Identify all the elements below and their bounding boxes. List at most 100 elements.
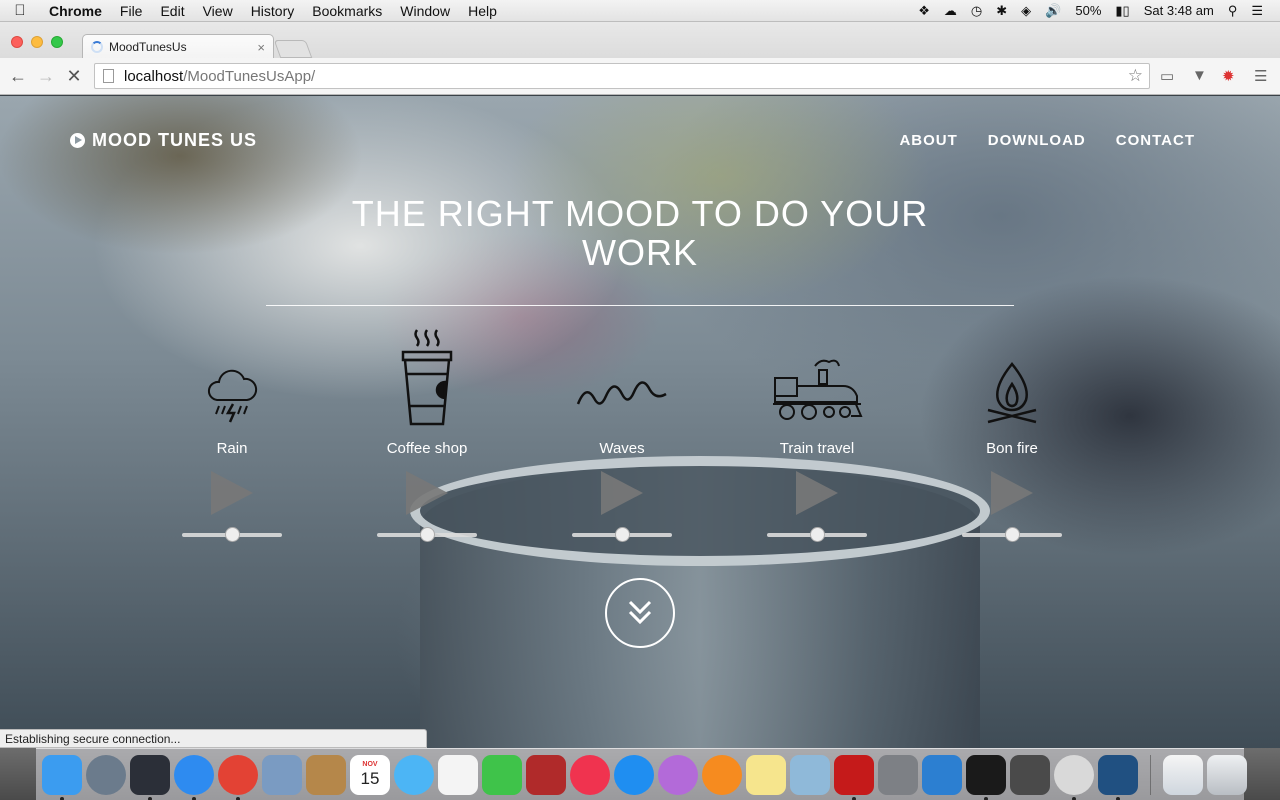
back-arrow-icon[interactable]: ←: [4, 66, 32, 87]
calendar-day: 15: [360, 768, 380, 788]
play-waves-button[interactable]: [601, 471, 643, 515]
sound-card-train-travel: Train travel: [757, 336, 877, 542]
battery-icon[interactable]: ▮▯: [1108, 3, 1136, 19]
volume-icon[interactable]: 🔊: [1038, 3, 1068, 19]
bookmark-star-icon[interactable]: ☆: [1128, 66, 1143, 86]
dock-trash-icon[interactable]: [1207, 754, 1247, 795]
dock-sublime-text-icon[interactable]: [1010, 754, 1050, 795]
new-tab-button[interactable]: [273, 40, 313, 58]
volume-slider-bon-fire[interactable]: [962, 527, 1062, 542]
dock-app-store-icon[interactable]: [614, 754, 654, 795]
dock-preview-icon[interactable]: [790, 754, 830, 795]
menu-window[interactable]: Window: [391, 3, 459, 19]
tab-title: MoodTunesUs: [109, 40, 187, 54]
clock[interactable]: Sat 3:48 am: [1137, 3, 1221, 18]
slider-knob[interactable]: [809, 527, 825, 542]
menu-bookmarks[interactable]: Bookmarks: [303, 3, 391, 19]
dock-safari-icon[interactable]: [174, 754, 214, 800]
slider-knob[interactable]: [614, 527, 630, 542]
close-window-button[interactable]: [11, 36, 23, 48]
dock-contacts-icon[interactable]: [306, 754, 346, 795]
slider-knob[interactable]: [1004, 527, 1020, 542]
dock-launchpad-icon[interactable]: [86, 754, 126, 795]
pocket-icon[interactable]: ▼: [1192, 67, 1207, 84]
maximize-window-button[interactable]: [51, 36, 63, 48]
menu-file[interactable]: File: [111, 3, 152, 19]
stop-loading-icon[interactable]: ✕: [60, 66, 88, 87]
bluetooth-icon[interactable]: ✱: [989, 3, 1014, 19]
menu-view[interactable]: View: [194, 3, 242, 19]
apple-menu-icon[interactable]: : [0, 2, 40, 19]
calendar-month: NOV: [362, 760, 378, 768]
cast-icon[interactable]: ▭: [1160, 67, 1174, 85]
extension-gear-icon[interactable]: ✹: [1222, 67, 1235, 85]
menu-edit[interactable]: Edit: [151, 3, 193, 19]
play-train-travel-button[interactable]: [796, 471, 838, 515]
play-bon-fire-button[interactable]: [991, 471, 1033, 515]
forward-arrow-icon[interactable]: →: [32, 66, 60, 87]
volume-slider-coffee-shop[interactable]: [377, 527, 477, 542]
dock-feedback-icon[interactable]: [658, 754, 698, 795]
dock-sourcetree-icon[interactable]: [1098, 754, 1138, 800]
dock-xcode-icon[interactable]: [922, 754, 962, 795]
dock-finder-icon[interactable]: [42, 754, 82, 800]
nav-about-link[interactable]: ABOUT: [899, 132, 957, 149]
menu-history[interactable]: History: [242, 3, 304, 19]
coffee-cup-icon: [367, 329, 487, 426]
dock-photo-booth-icon[interactable]: [526, 754, 566, 795]
dropbox-icon[interactable]: ❖: [911, 3, 937, 19]
hero-divider: [266, 305, 1014, 306]
dock-messages-icon[interactable]: [394, 754, 434, 795]
sound-label-waves: Waves: [599, 440, 645, 457]
dock-calendar-icon[interactable]: NOV 15: [350, 754, 390, 795]
dock-downloads-stack-icon[interactable]: [1163, 754, 1203, 795]
dock-facetime-icon[interactable]: [482, 754, 522, 795]
sound-label-bon-fire: Bon fire: [986, 440, 1038, 457]
nav-download-link[interactable]: DOWNLOAD: [988, 132, 1086, 149]
menu-help[interactable]: Help: [459, 3, 506, 19]
train-icon: [757, 336, 877, 426]
wifi-icon[interactable]: ◈: [1014, 3, 1038, 19]
dock-terminal-icon[interactable]: [966, 754, 1006, 800]
dock-ibooks-icon[interactable]: [702, 754, 742, 795]
cloud-sync-icon[interactable]: ☁: [937, 3, 964, 19]
dock-acrobat-icon[interactable]: [834, 754, 874, 800]
spotlight-icon[interactable]: ⚲: [1221, 3, 1245, 19]
tab-moodtunesus[interactable]: MoodTunesUs ×: [82, 34, 274, 59]
menu-app-name[interactable]: Chrome: [40, 3, 111, 19]
notification-center-icon[interactable]: ☰: [1244, 3, 1270, 19]
chrome-menu-icon[interactable]: ☰: [1254, 67, 1267, 85]
address-bar[interactable]: localhost /MoodTunesUsApp/ ☆: [94, 63, 1150, 89]
volume-slider-train-travel[interactable]: [767, 527, 867, 542]
dock-chrome-icon[interactable]: [218, 754, 258, 800]
minimize-window-button[interactable]: [31, 36, 43, 48]
menu-bar:  Chrome File Edit View History Bookmark…: [0, 0, 1280, 22]
waves-icon: [562, 336, 682, 426]
site-logo[interactable]: MOOD TUNES US: [70, 130, 257, 151]
dock-mission-control-icon[interactable]: [130, 754, 170, 800]
dock-notes-icon[interactable]: [746, 754, 786, 795]
nav-contact-link[interactable]: CONTACT: [1116, 132, 1195, 149]
tab-close-icon[interactable]: ×: [257, 40, 265, 55]
hero-headline-line2: WORK: [582, 232, 698, 273]
sound-card-waves: Waves: [562, 336, 682, 542]
browser-toolbar: ← → ✕ localhost /MoodTunesUsApp/ ☆ ▭ ▼ ✹…: [0, 58, 1280, 95]
play-coffee-shop-button[interactable]: [406, 471, 448, 515]
volume-slider-waves[interactable]: [572, 527, 672, 542]
dock-mail-eagle-icon[interactable]: [262, 754, 302, 795]
url-host: localhost: [124, 67, 184, 85]
battery-percent[interactable]: 50%: [1068, 3, 1108, 18]
time-machine-icon[interactable]: ◷: [964, 3, 989, 19]
dock-itunes-icon[interactable]: [570, 754, 610, 795]
dock-system-preferences-icon[interactable]: [878, 754, 918, 795]
dock-reminders-icon[interactable]: [438, 754, 478, 795]
volume-slider-rain[interactable]: [182, 527, 282, 542]
play-rain-button[interactable]: [211, 471, 253, 515]
scroll-down-button[interactable]: [605, 578, 675, 648]
slider-knob[interactable]: [224, 527, 240, 542]
rain-cloud-icon: [172, 336, 292, 426]
sound-card-rain: Rain: [172, 336, 292, 542]
slider-knob[interactable]: [419, 527, 435, 542]
hero-headline: THE RIGHT MOOD TO DO YOUR WORK: [240, 194, 1040, 272]
dock-sequel-icon[interactable]: [1054, 754, 1094, 800]
